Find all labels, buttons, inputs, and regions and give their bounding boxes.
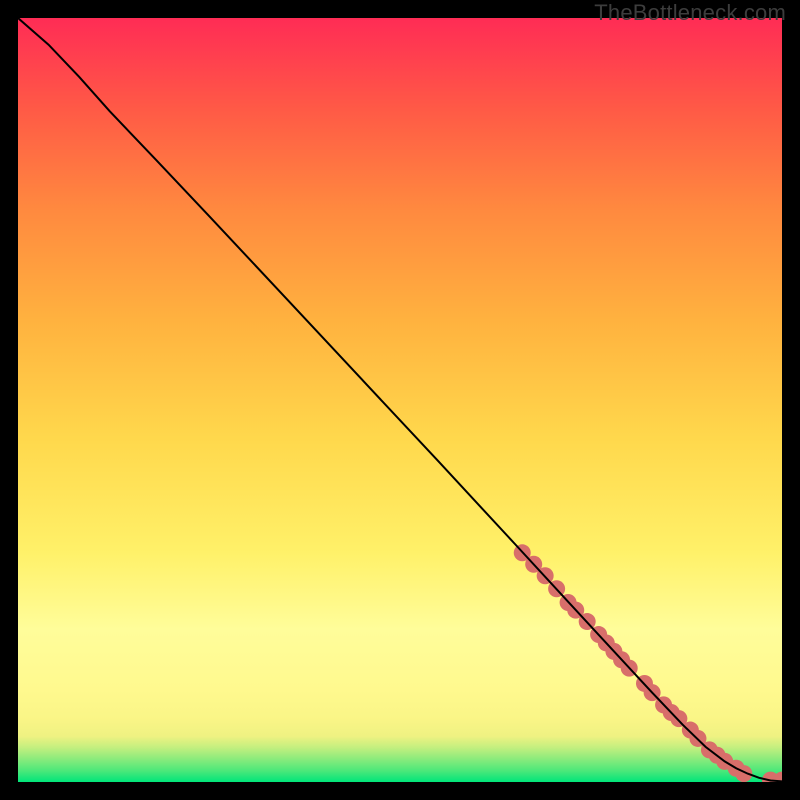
gradient-background — [18, 18, 782, 782]
plot-area — [18, 18, 782, 782]
watermark-text: TheBottleneck.com — [594, 0, 786, 26]
chart-svg — [18, 18, 782, 782]
chart-stage: TheBottleneck.com — [0, 0, 800, 800]
